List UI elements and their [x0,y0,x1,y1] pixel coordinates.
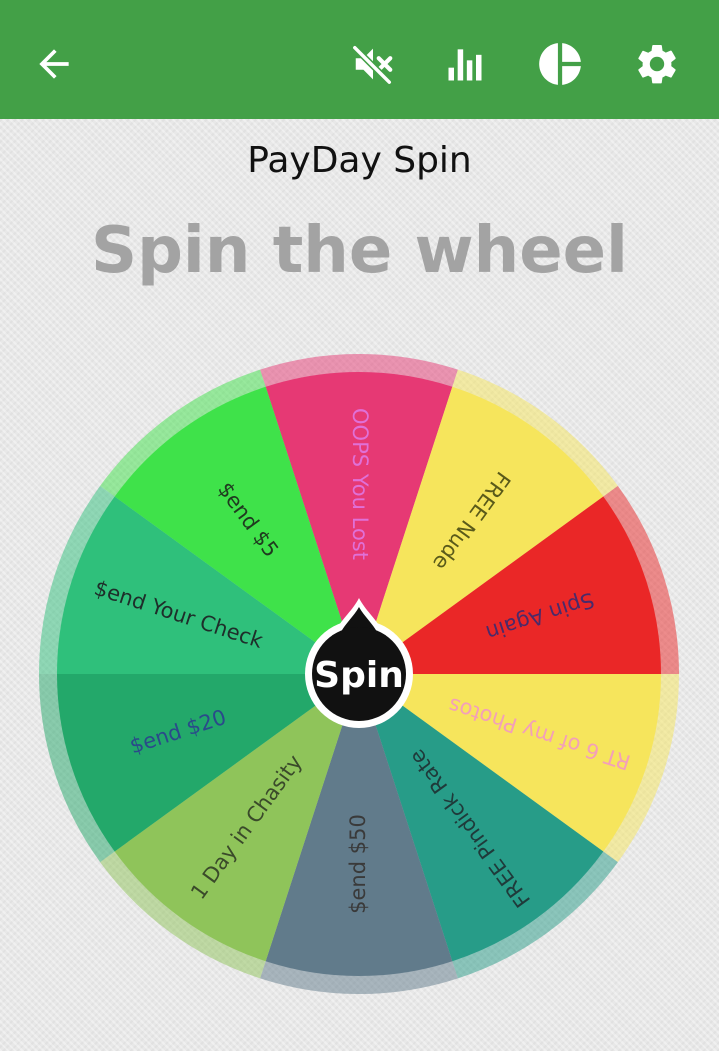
back-button[interactable] [26,36,82,92]
history-button[interactable] [532,36,588,92]
bar-chart-icon [448,49,482,81]
spin-button-label: Spin [314,655,404,696]
mute-button[interactable] [345,36,401,92]
gear-icon [638,44,676,84]
arrow-back-icon [39,49,69,79]
stats-button[interactable] [437,36,493,92]
wheel-segment-label: OOPS You Lost [348,408,372,560]
wheel-svg: OOPS You Lost FREE NudeSpin AgainRT 6 of … [39,354,679,994]
pie-chart-icon [539,43,581,85]
headline: Spin the wheel [91,214,628,288]
prize-wheel[interactable]: OOPS You Lost FREE Nude Spin Again RT 6 of … [39,354,679,994]
volume-off-icon [351,44,393,86]
settings-button[interactable] [629,36,685,92]
app-bar [0,0,719,119]
wheel-segment-label: $end $50 [346,814,370,914]
wheel-title: PayDay Spin [247,140,472,181]
